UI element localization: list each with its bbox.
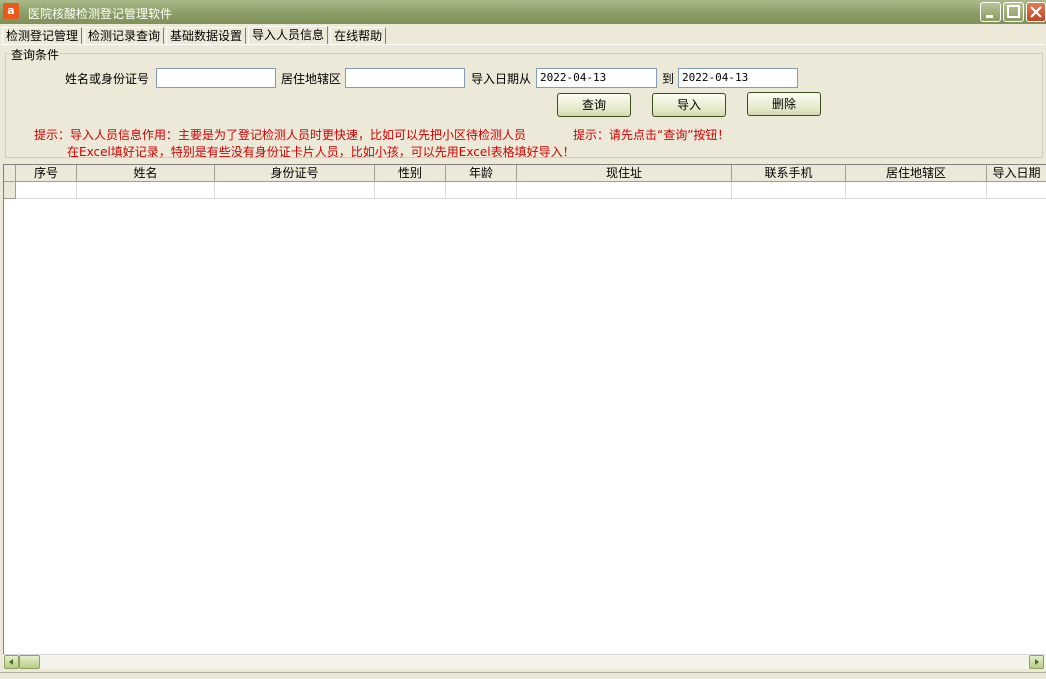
maximize-icon bbox=[1007, 5, 1020, 18]
scroll-left-button[interactable] bbox=[4, 655, 19, 669]
hint-line-1: 提示：导入人员信息作用：主要是为了登记检测人员时更快速，比如可以先把小区待检测人… bbox=[34, 128, 527, 142]
column-header[interactable]: 现住址 bbox=[517, 165, 732, 182]
scroll-thumb[interactable] bbox=[19, 655, 40, 669]
column-header[interactable]: 身份证号 bbox=[215, 165, 375, 182]
hint-query-first: 提示：请先点击“查询”按钮！ bbox=[573, 128, 730, 142]
header-corner bbox=[4, 165, 16, 182]
table-cell[interactable] bbox=[16, 182, 77, 199]
tab-registration[interactable]: 检测登记管理 bbox=[2, 27, 83, 44]
tab-base-data[interactable]: 基础数据设置 bbox=[166, 27, 247, 44]
column-header[interactable]: 年龄 bbox=[446, 165, 517, 182]
query-button[interactable]: 查询 bbox=[557, 93, 631, 117]
table-cell[interactable] bbox=[987, 182, 1046, 199]
close-icon bbox=[1030, 6, 1042, 18]
people-table[interactable]: 序号 姓名 身份证号 性别 年龄 现住址 联系手机 居住地辖区 导入日期 bbox=[3, 164, 1046, 667]
table-cell[interactable] bbox=[77, 182, 215, 199]
table-cell[interactable] bbox=[446, 182, 517, 199]
close-button[interactable] bbox=[1026, 2, 1046, 22]
column-header[interactable]: 姓名 bbox=[77, 165, 215, 182]
column-header[interactable]: 性别 bbox=[375, 165, 446, 182]
name-id-label: 姓名或身份证号 bbox=[65, 72, 150, 86]
table-cell[interactable] bbox=[517, 182, 732, 199]
table-cell[interactable] bbox=[846, 182, 987, 199]
date-to-input[interactable]: 2022-04-13 bbox=[678, 68, 798, 88]
main-tabs: 检测登记管理 检测记录查询 基础数据设置 导入人员信息 在线帮助 bbox=[2, 26, 388, 45]
window-title: 医院核酸检测登记管理软件 bbox=[28, 7, 173, 21]
arrow-right-icon bbox=[1035, 659, 1039, 665]
district-input[interactable] bbox=[345, 68, 465, 88]
tab-import-people[interactable]: 导入人员信息 bbox=[248, 26, 329, 45]
row-indicator[interactable] bbox=[4, 182, 16, 199]
column-header[interactable]: 序号 bbox=[16, 165, 77, 182]
tab-record-query[interactable]: 检测记录查询 bbox=[84, 27, 165, 44]
hint-line-2: 在Excel填好记录，特别是有些没有身份证卡片人员，比如小孩，可以先用Excel… bbox=[67, 145, 575, 159]
app-icon: a bbox=[3, 3, 19, 19]
tab-online-help[interactable]: 在线帮助 bbox=[330, 27, 387, 44]
table-cell[interactable] bbox=[215, 182, 375, 199]
title-bar: a 医院核酸检测登记管理软件 bbox=[0, 0, 1046, 24]
horizontal-scrollbar[interactable] bbox=[3, 654, 1046, 669]
query-group-title: 查询条件 bbox=[10, 46, 61, 63]
minimize-icon bbox=[986, 15, 993, 18]
date-from-input[interactable]: 2022-04-13 bbox=[536, 68, 657, 88]
column-header[interactable]: 居住地辖区 bbox=[846, 165, 987, 182]
tab-divider bbox=[2, 44, 1044, 45]
column-header[interactable]: 导入日期 bbox=[987, 165, 1046, 182]
arrow-left-icon bbox=[9, 659, 13, 665]
maximize-button[interactable] bbox=[1003, 2, 1024, 22]
scroll-right-button[interactable] bbox=[1029, 655, 1044, 669]
delete-button[interactable]: 删除 bbox=[747, 92, 821, 116]
import-button[interactable]: 导入 bbox=[652, 93, 726, 117]
table-cell[interactable] bbox=[375, 182, 446, 199]
date-from-label: 导入日期从 bbox=[471, 72, 532, 86]
minimize-button[interactable] bbox=[980, 2, 1001, 22]
table-cell[interactable] bbox=[732, 182, 846, 199]
date-to-label: 到 bbox=[662, 72, 675, 86]
name-id-input[interactable] bbox=[156, 68, 276, 88]
column-header[interactable]: 联系手机 bbox=[732, 165, 846, 182]
district-label: 居住地辖区 bbox=[281, 72, 342, 86]
